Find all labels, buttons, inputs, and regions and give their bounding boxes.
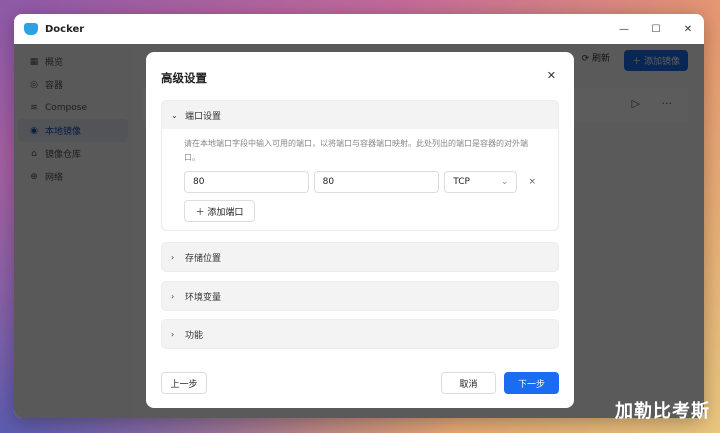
play-icon[interactable]: ▷ <box>632 97 640 110</box>
sidebar-item-label: 概览 <box>45 58 64 68</box>
add-port-button[interactable]: ＋ 添加端口 <box>184 200 255 222</box>
layers-icon: ≋ <box>30 102 38 113</box>
section-label: 环境变量 <box>185 292 222 303</box>
port-settings-header[interactable]: ⌄ 端口设置 <box>162 101 558 129</box>
back-button[interactable]: 上一步 <box>161 372 207 394</box>
section-label: 端口设置 <box>185 111 222 122</box>
sidebar-item-local-images[interactable]: ◉ 本地镜像 <box>18 119 128 142</box>
chevron-right-icon: › <box>171 291 175 301</box>
sidebar-item-compose[interactable]: ≋ Compose <box>18 96 128 119</box>
sidebar-item-label: 镜像仓库 <box>45 150 82 160</box>
cancel-button[interactable]: 取消 <box>441 372 496 394</box>
title-bar: Docker <box>14 14 704 44</box>
storage-section[interactable]: › 存储位置 <box>161 242 559 272</box>
watermark: 加勒比考斯 <box>615 401 710 422</box>
advanced-settings-dialog: 高级设置 ✕ ⌄ 端口设置 请在本地端口字段中输入可用的端口，以将端口与容器端口映… <box>146 52 574 408</box>
chevron-down-icon: ⌄ <box>500 177 509 187</box>
sidebar-item-label: 本地镜像 <box>45 127 82 137</box>
sidebar-item-label: 容器 <box>45 81 64 91</box>
sidebar-item-label: Compose <box>45 102 88 113</box>
image-icon: ◉ <box>30 125 38 136</box>
sidebar-item-overview[interactable]: ▦ 概览 <box>18 50 128 73</box>
grid-icon: ▦ <box>29 56 39 67</box>
sidebar: ▦ 概览 ◎ 容器 ≋ Compose ◉ 本地镜像 ⌂ 镜像仓库 ⊕ 网络 <box>14 44 132 418</box>
more-icon[interactable]: ··· <box>662 97 673 110</box>
maximize-button[interactable]: ☐ <box>640 14 672 44</box>
section-label: 存储位置 <box>185 253 222 264</box>
local-port-input[interactable]: 80 <box>184 171 309 193</box>
window-title: Docker <box>45 23 85 35</box>
docker-logo-icon <box>24 23 38 35</box>
sidebar-item-registry[interactable]: ⌂ 镜像仓库 <box>18 142 128 165</box>
container-icon: ◎ <box>30 79 38 90</box>
port-settings-section: ⌄ 端口设置 请在本地端口字段中输入可用的端口，以将端口与容器端口映射。此处列出的… <box>161 100 559 231</box>
container-port-input[interactable]: 80 <box>313 171 440 193</box>
refresh-button[interactable]: ⟳ 刷新 <box>582 51 610 64</box>
section-label: 功能 <box>185 330 204 341</box>
close-window-button[interactable]: ✕ <box>672 14 704 44</box>
sidebar-item-label: 网络 <box>45 173 64 183</box>
protocol-value: TCP <box>453 177 470 187</box>
env-section[interactable]: › 环境变量 <box>161 281 559 311</box>
chevron-right-icon: › <box>171 329 175 339</box>
minimize-button[interactable]: — <box>608 14 640 44</box>
add-image-button[interactable]: ＋ 添加镜像 <box>624 50 688 71</box>
close-dialog-button[interactable]: ✕ <box>547 69 556 82</box>
protocol-select[interactable]: TCP ⌄ <box>444 171 518 193</box>
port-description: 请在本地端口字段中输入可用的端口，以将端口与容器端口映射。此处列出的端口是容器的… <box>184 139 528 162</box>
sidebar-item-containers[interactable]: ◎ 容器 <box>18 73 128 96</box>
remove-port-button[interactable]: × <box>528 177 536 187</box>
sidebar-item-network[interactable]: ⊕ 网络 <box>18 165 128 188</box>
globe-icon: ⊕ <box>30 171 38 182</box>
chevron-down-icon: ⌄ <box>171 110 178 120</box>
next-button[interactable]: 下一步 <box>504 372 559 394</box>
capabilities-section[interactable]: › 功能 <box>161 319 559 349</box>
dialog-title: 高级设置 <box>161 71 207 85</box>
home-icon: ⌂ <box>31 148 37 159</box>
chevron-right-icon: › <box>171 252 175 262</box>
